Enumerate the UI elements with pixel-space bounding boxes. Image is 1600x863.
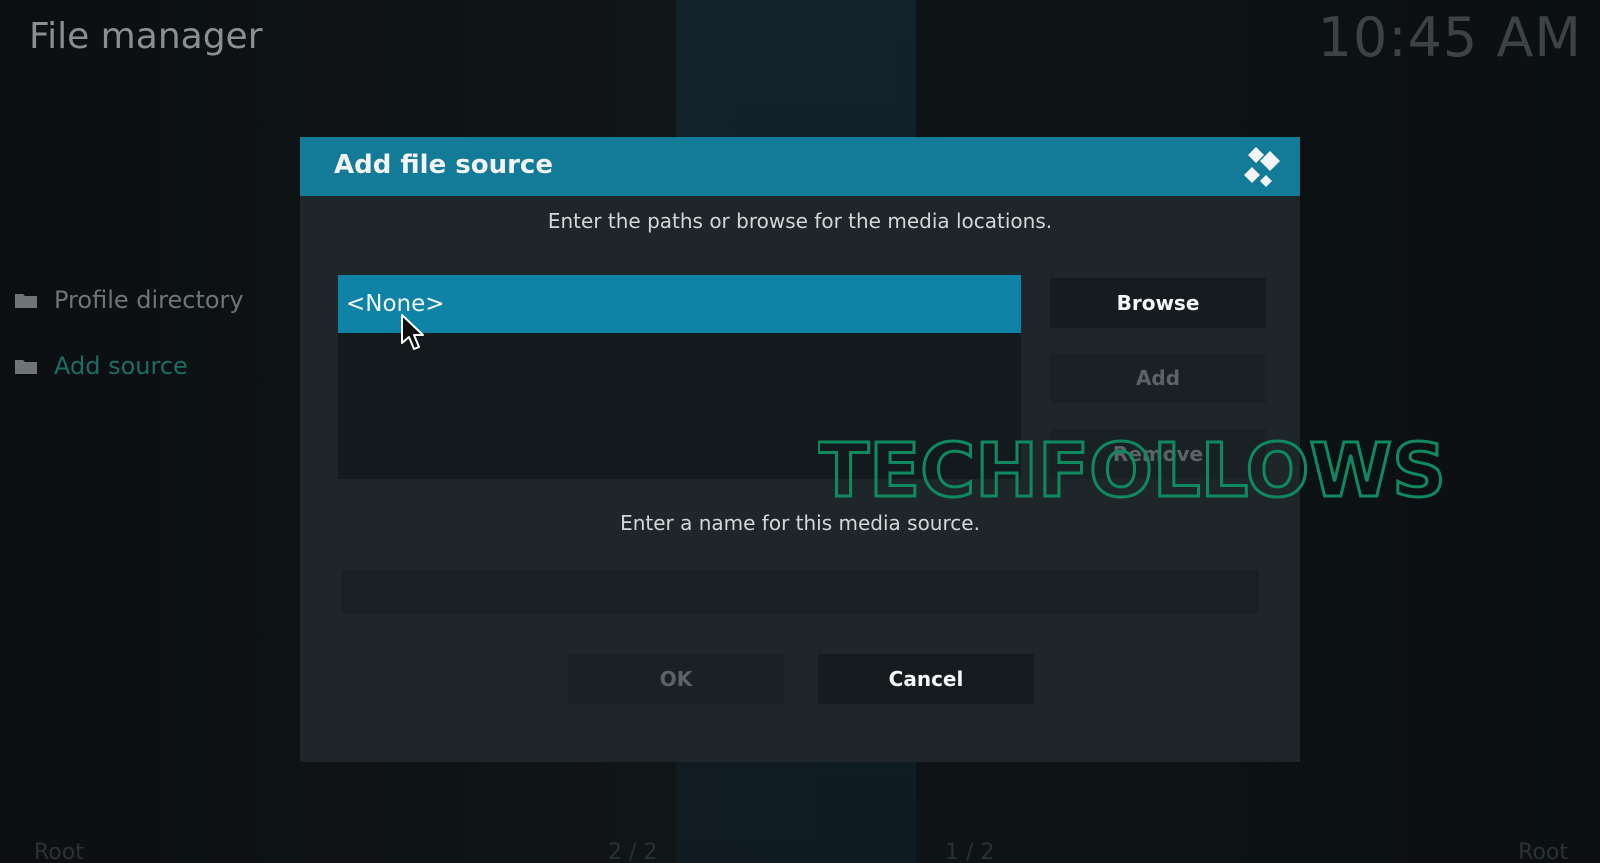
add-button[interactable]: Add <box>1050 353 1266 403</box>
mouse-pointer-icon <box>401 314 424 350</box>
ok-button[interactable]: OK <box>568 654 784 704</box>
dialog-title: Add file source <box>334 150 553 180</box>
footer-left: Root <box>34 840 84 863</box>
footer: Root 2 / 2 1 / 2 Root <box>0 840 1600 863</box>
sidebar-item-add-source[interactable]: Add source <box>14 346 244 386</box>
kodi-logo-icon <box>1244 147 1280 187</box>
footer-center-left: 2 / 2 <box>608 840 658 863</box>
page-title: File manager <box>29 16 263 57</box>
folder-icon <box>14 357 38 375</box>
source-name-input[interactable] <box>342 570 1259 613</box>
sidebar-item-label: Profile directory <box>54 286 244 314</box>
clock: 10:45 AM <box>1317 6 1582 69</box>
sidebar-item-profile-directory[interactable]: Profile directory <box>14 280 244 320</box>
sidebar: Profile directory Add source <box>14 280 244 412</box>
cancel-button[interactable]: Cancel <box>818 654 1034 704</box>
footer-center-right: 1 / 2 <box>945 840 995 863</box>
dialog-header: Add file source <box>300 137 1300 196</box>
list-item[interactable]: <None> <box>338 275 1021 333</box>
browse-button[interactable]: Browse <box>1050 278 1266 328</box>
kodi-screen: File manager 10:45 AM Profile directory … <box>0 0 1600 863</box>
techfollows-watermark: TECHFOLLOWS <box>818 430 1448 506</box>
folder-icon <box>14 291 38 309</box>
name-prompt: Enter a name for this media source. <box>620 511 980 535</box>
paths-prompt: Enter the paths or browse for the media … <box>547 209 1053 233</box>
sidebar-item-label: Add source <box>54 352 188 380</box>
watermark-text: TECHFOLLOWS <box>818 430 1446 506</box>
footer-right: Root <box>1518 840 1568 863</box>
